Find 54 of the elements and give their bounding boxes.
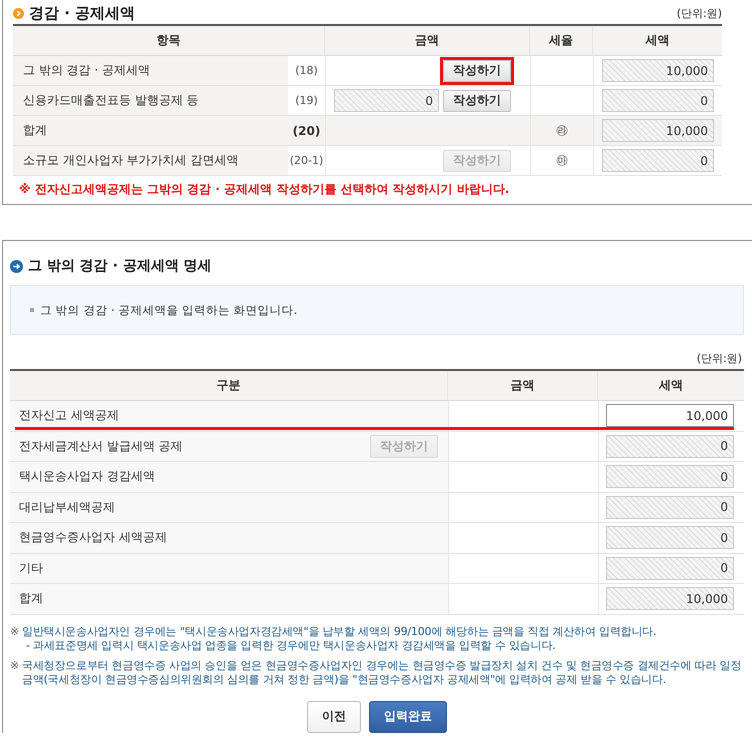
- note-mark: ※: [10, 658, 20, 674]
- tax-field[interactable]: 0: [606, 496, 734, 519]
- row-label: 전자신고 세액공제: [19, 407, 119, 424]
- column-header: 구분: [216, 377, 240, 394]
- bullet-icon: [30, 308, 34, 312]
- tax-field[interactable]: 0: [606, 526, 734, 550]
- line-code: (19): [295, 94, 318, 107]
- rate-mark: ㉱: [556, 122, 568, 139]
- tax-field[interactable]: 0: [606, 556, 734, 580]
- tax-field[interactable]: 10,000: [606, 404, 734, 428]
- row-label: 대리납부세액공제: [19, 498, 115, 516]
- action-button[interactable]: 이전: [307, 700, 361, 732]
- row-label: 그 밖의 경감 · 공제세액: [23, 62, 150, 79]
- tax-field[interactable]: 0: [606, 434, 734, 458]
- row-label: 택시운송사업자 경감세액: [19, 468, 155, 486]
- column-header: 세율: [549, 32, 573, 49]
- action-button[interactable]: 입력완료: [369, 700, 447, 732]
- row-label: 전자세금계산서 발급세액 공제: [19, 438, 183, 455]
- section-title: 경감 · 공제세액: [29, 4, 136, 22]
- unit-label: (단위:원): [676, 6, 722, 20]
- rate-mark: ㉲: [556, 152, 568, 169]
- column-header: 금액: [415, 32, 439, 49]
- column-header: 항목: [156, 32, 180, 49]
- tax-field[interactable]: 0: [602, 149, 714, 172]
- row-label: 기타: [19, 560, 43, 577]
- tax-field[interactable]: 10,000: [602, 119, 714, 142]
- line-code: (20): [292, 124, 320, 138]
- note-mark: ※: [10, 624, 20, 640]
- write-button[interactable]: 작성하기: [443, 90, 511, 112]
- line-code: (18): [295, 64, 318, 77]
- row-label: 현금영수증사업자 세액공제: [19, 529, 167, 546]
- note-text: 국세청장으로부터 현금영수증 사업의 승인을 얻은 현금영수증사업자인 경우에는 현금영수증 발급장치 설치 건수 및 현금영수증 결제건수에 따라 일정금액(국세청장이 현금영수증심의위원회의 심의를 거쳐 정한 금액)을 "현금영수증사업자 공제세액"에 입력하여 공제 받을 수 있습니다.: [22, 658, 742, 686]
- tax-field[interactable]: 10,000: [602, 59, 714, 82]
- row-label: 신용카드매출전표등 발행공제 등: [23, 92, 199, 109]
- notice-text: ※ 전자신고세액공제는 그밖의 경감 · 공제세액 작성하기를 선택하여 작성하시기 바랍니다.: [19, 180, 510, 198]
- info-text: 그 밖의 경감 · 공제세액을 입력하는 화면입니다.: [40, 302, 298, 318]
- chevron-right-icon: [13, 8, 24, 18]
- section-title: 그 밖의 경감 · 공제세액 명세: [28, 257, 212, 275]
- column-header: 세액: [646, 32, 670, 49]
- row-label: 소규모 개인사업자 부가가치세 감면세액: [23, 152, 238, 169]
- amount-field[interactable]: 0: [334, 89, 439, 112]
- line-code: (20-1): [290, 154, 324, 167]
- tax-field[interactable]: 10,000: [606, 587, 734, 610]
- row-label: 합계: [23, 122, 47, 139]
- note-detail: - 과세표준명세 입력시 택시운송사업 업종을 입력한 경우에만 택시운송사업자 경감세액을 입력할 수 있습니다.: [25, 638, 556, 652]
- tax-field[interactable]: 0: [602, 89, 714, 112]
- column-header: 세액: [659, 377, 683, 394]
- column-header: 금액: [510, 377, 534, 394]
- unit-label: (단위:원): [696, 350, 742, 366]
- note-text: 일반택시운송사업자인 경우에는 "택시운송사업자경감세액"을 납부할 세액의 99/100에 해당하는 금액을 직접 계산하여 입력합니다.: [22, 624, 656, 638]
- row-label: 합계: [19, 590, 43, 608]
- write-button[interactable]: 작성하기: [443, 60, 511, 82]
- arrow-right-icon: [10, 260, 23, 272]
- tax-field[interactable]: 0: [606, 465, 734, 488]
